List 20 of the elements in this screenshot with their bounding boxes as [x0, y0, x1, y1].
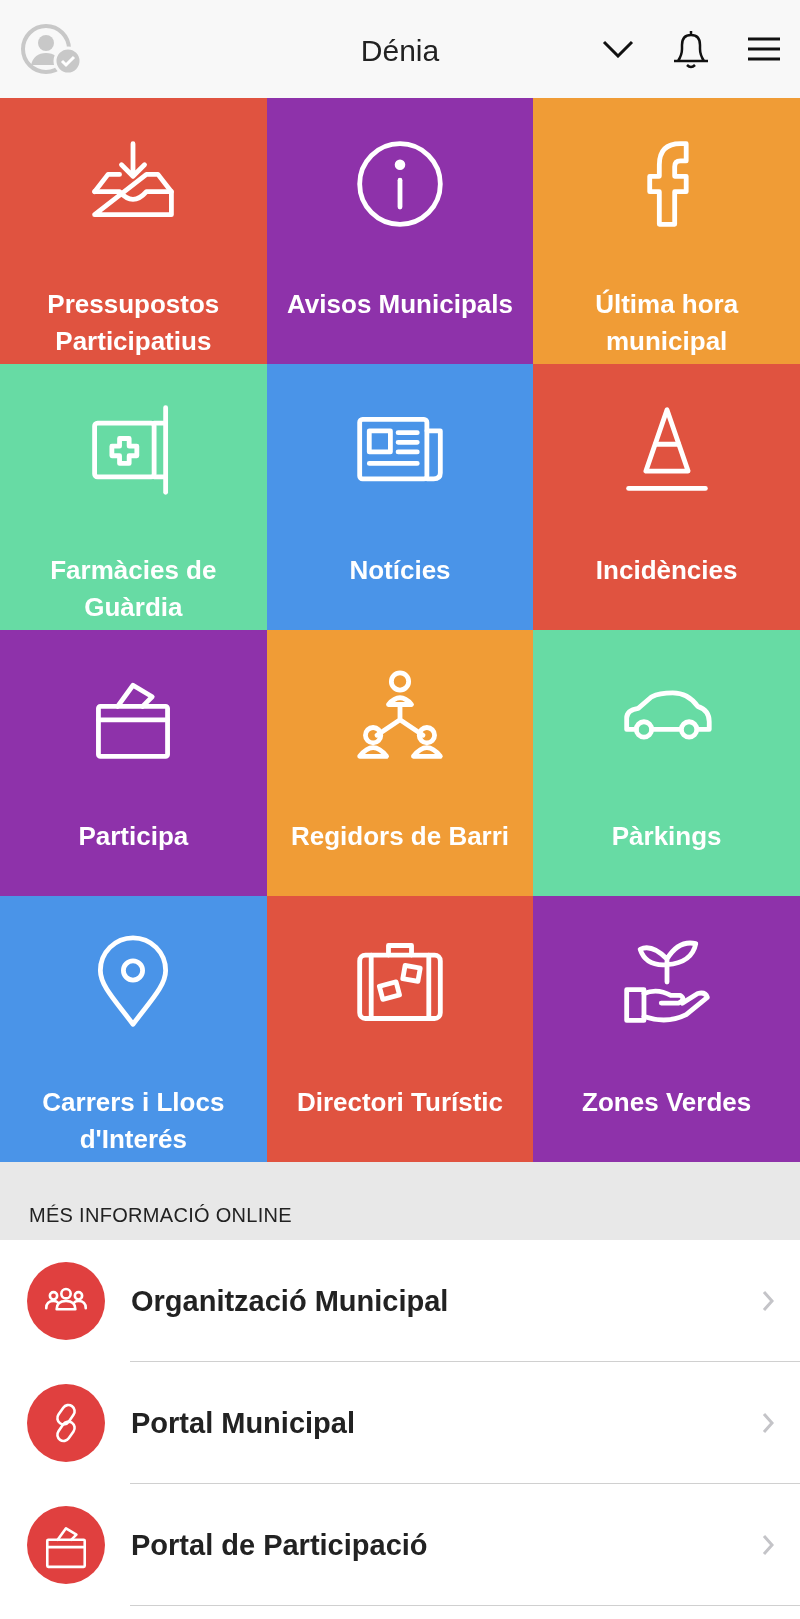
menu-tile[interactable]: Avisos Municipals [266, 98, 534, 364]
menu-tile[interactable]: Notícies [266, 364, 534, 630]
menu-icon[interactable] [748, 37, 780, 61]
chevron-right-icon [762, 1412, 774, 1434]
list-row[interactable]: Portal de Participació [0, 1484, 800, 1606]
menu-tile[interactable]: Carrers i Llocs d'Interés [0, 896, 267, 1162]
chevron-right-icon [762, 1534, 774, 1556]
menu-tile[interactable]: Zones Verdes [533, 896, 800, 1162]
bell-icon[interactable] [672, 29, 710, 69]
menu-tile[interactable]: Incidències [533, 364, 800, 630]
chevron-right-icon [762, 1290, 774, 1312]
menu-tile[interactable]: Regidors de Barri [266, 630, 534, 896]
list-row[interactable]: Organització Municipal [0, 1240, 800, 1362]
menu-tile[interactable]: Participa [0, 630, 267, 896]
menu-tile[interactable]: Última hora municipal [533, 98, 800, 364]
chevron-down-icon[interactable] [602, 40, 634, 58]
menu-tile[interactable]: Pressupostos Participatius [0, 98, 267, 364]
section-heading: MÉS INFORMACIÓ ONLINE [29, 1204, 292, 1226]
menu-tile[interactable]: Directori Turístic [266, 896, 534, 1162]
list-row[interactable]: Portal Municipal [0, 1362, 800, 1484]
